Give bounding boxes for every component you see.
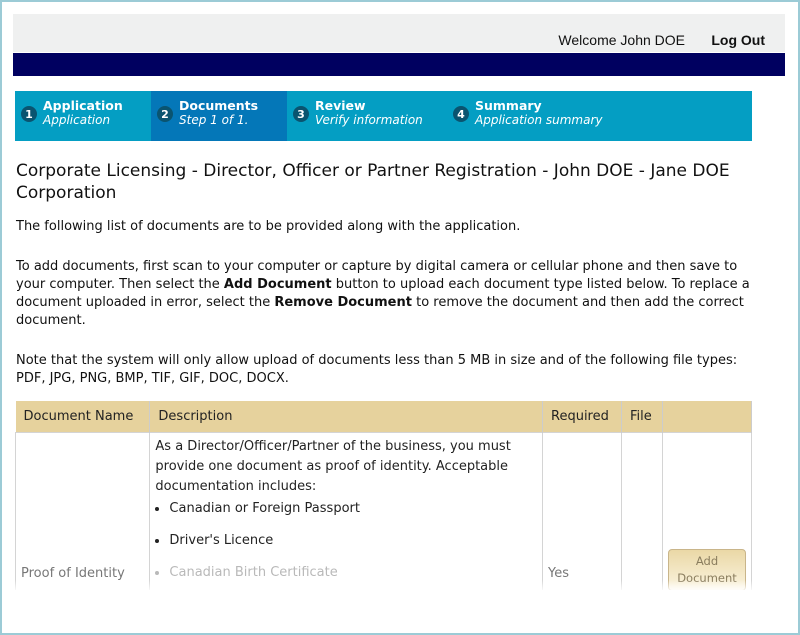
step-number: 2	[157, 106, 173, 122]
page-title: Corporate Licensing - Director, Officer …	[16, 161, 730, 203]
step-review[interactable]: 3 Review Verify information	[287, 91, 447, 141]
step-number: 4	[453, 106, 469, 122]
note-text: Note that the system will only allow upl…	[16, 353, 738, 386]
document-name: Proof of Identity	[14, 432, 151, 600]
logout-link[interactable]: Log Out	[711, 32, 765, 48]
nav-bar	[13, 53, 785, 76]
step-subtitle: Verify information	[315, 113, 423, 127]
step-title: Summary	[475, 98, 542, 113]
step-title: Documents	[179, 98, 259, 113]
step-number: 1	[21, 106, 37, 122]
required-value: Yes	[542, 432, 622, 600]
table-header-row: Document Name Description Required File	[15, 401, 752, 433]
action-cell: Add Document	[662, 432, 752, 600]
list-item: Driver's Licence	[169, 531, 537, 551]
wizard-steps: 1 Application Application 2 Documents Step…	[15, 91, 752, 141]
step-number: 3	[293, 106, 309, 122]
step-documents[interactable]: 2 Documents Step 1 of 1.	[151, 91, 287, 141]
step-subtitle: Application summary	[475, 113, 603, 127]
step-summary[interactable]: 4 Summary Application summary	[447, 91, 647, 141]
col-description: Description	[149, 401, 543, 433]
file-cell	[620, 432, 664, 600]
bottom-area	[2, 590, 794, 630]
top-bar: Welcome John DOE Log Out	[13, 14, 785, 52]
intro-text: The following list of documents are to b…	[16, 219, 521, 234]
step-title: Application	[43, 98, 123, 113]
documents-table: Document Name Description Required File …	[14, 401, 752, 600]
col-action	[662, 401, 752, 433]
table-row: Proof of Identity As a Director/Officer/…	[14, 432, 752, 600]
col-document-name: Document Name	[15, 401, 151, 433]
list-item: Canadian or Foreign Passport	[169, 499, 537, 519]
step-subtitle: Application	[43, 113, 111, 127]
col-file: File	[621, 401, 664, 433]
document-description: As a Director/Officer/Partner of the bus…	[149, 432, 543, 600]
step-subtitle: Step 1 of 1.	[179, 113, 249, 127]
step-application[interactable]: 1 Application Application	[15, 91, 151, 141]
col-required: Required	[542, 401, 622, 433]
step-title: Review	[315, 98, 366, 113]
instructions-text: To add documents, first scan to your com…	[16, 259, 750, 328]
welcome-text: Welcome John DOE	[558, 32, 685, 48]
